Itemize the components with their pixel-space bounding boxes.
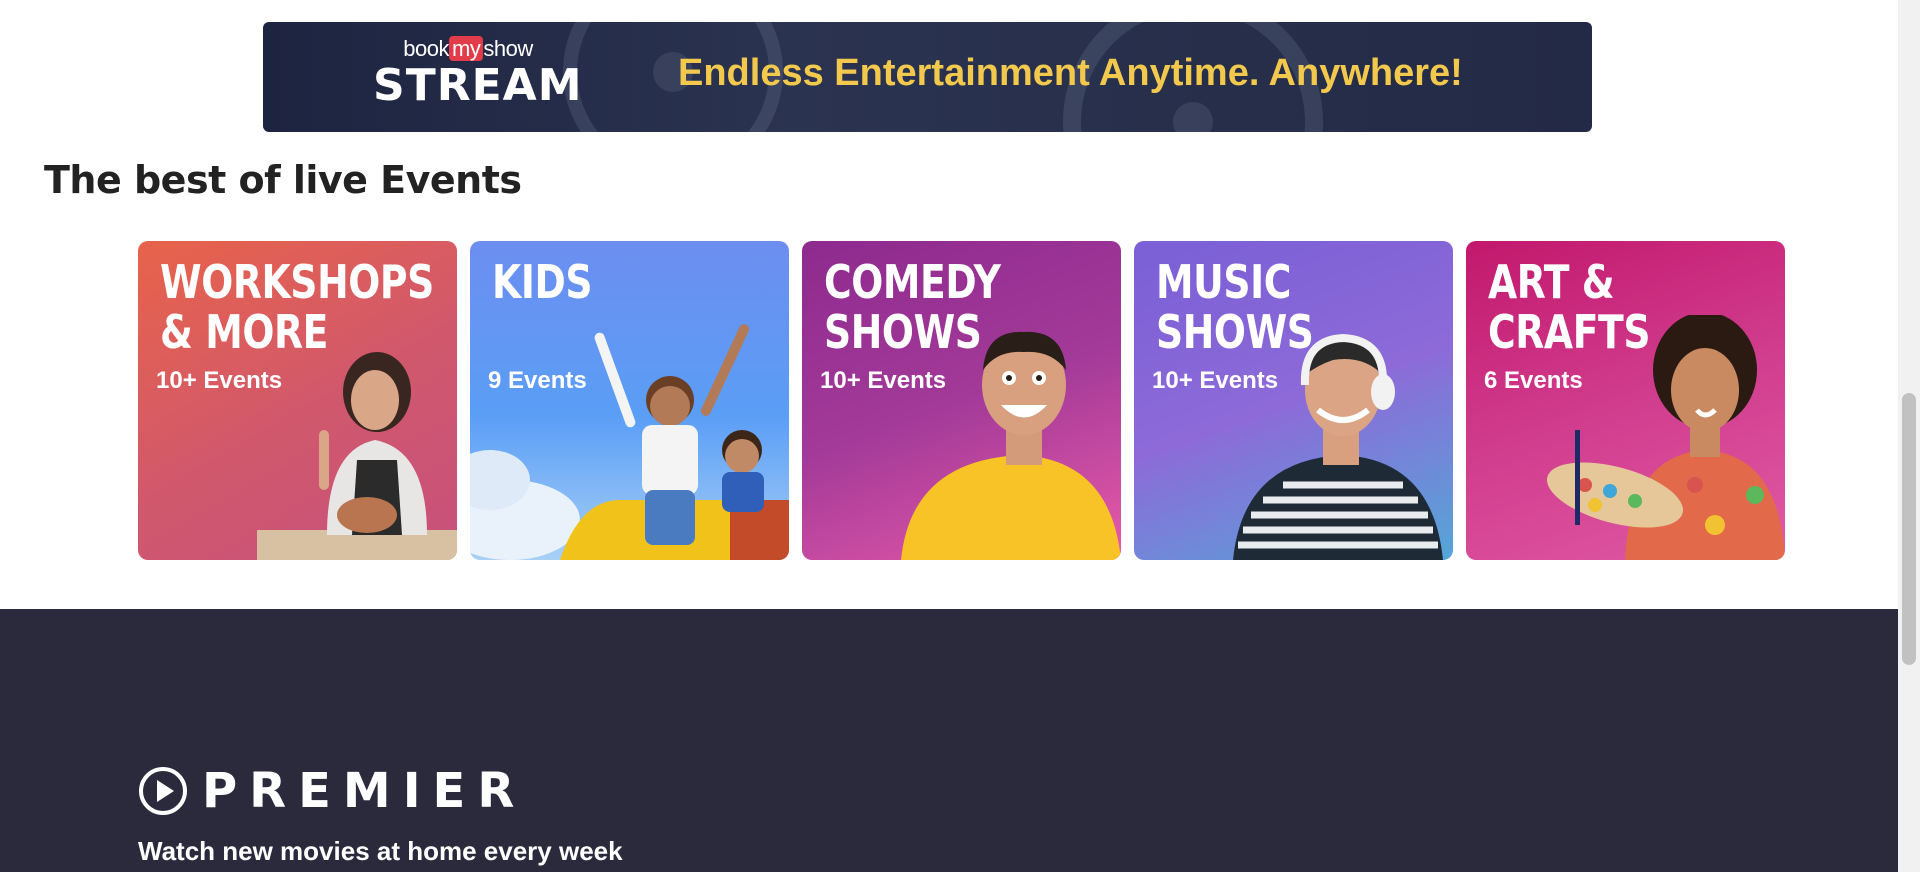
woman-headphones-image — [1233, 333, 1443, 560]
category-tile-art-crafts[interactable]: ART & CRAFTS 6 Events — [1466, 241, 1785, 560]
category-tile-comedy[interactable]: COMEDY SHOWS 10+ Events — [802, 241, 1121, 560]
stream-promo-banner[interactable]: book my show STREAM Endless Entertainment … — [263, 22, 1592, 132]
category-tile-kids[interactable]: KIDS 9 Events — [470, 241, 789, 560]
live-events-carousel: WORKSHOPS & MORE 10+ Events KIDS 9 Events — [138, 241, 1786, 560]
man-smiling-image — [901, 331, 1121, 560]
banner-tagline: Endless Entertainment Anytime. Anywhere! — [678, 52, 1463, 94]
kids-slide-image — [470, 324, 789, 560]
page-scrollbar[interactable] — [1898, 0, 1920, 872]
category-tile-workshops[interactable]: WORKSHOPS & MORE 10+ Events — [138, 241, 457, 560]
bookmyshow-stream-logo: book my show STREAM — [373, 36, 583, 111]
section-title: The best of live Events — [44, 158, 522, 202]
woman-palette-image — [1546, 315, 1785, 560]
stream-wordmark: STREAM — [373, 60, 583, 111]
premier-subtitle: Watch new movies at home every week — [138, 836, 623, 866]
category-tile-music[interactable]: MUSIC SHOWS 10+ Events — [1134, 241, 1453, 560]
woman-pottery-image — [257, 352, 457, 560]
premier-brand: PREMIER — [202, 763, 527, 819]
premier-logo[interactable]: PREMIER — [138, 763, 526, 819]
play-circle-icon — [139, 767, 187, 815]
premier-section: PREMIER Watch new movies at home every w… — [0, 609, 1898, 872]
scrollbar-thumb[interactable] — [1902, 393, 1916, 665]
